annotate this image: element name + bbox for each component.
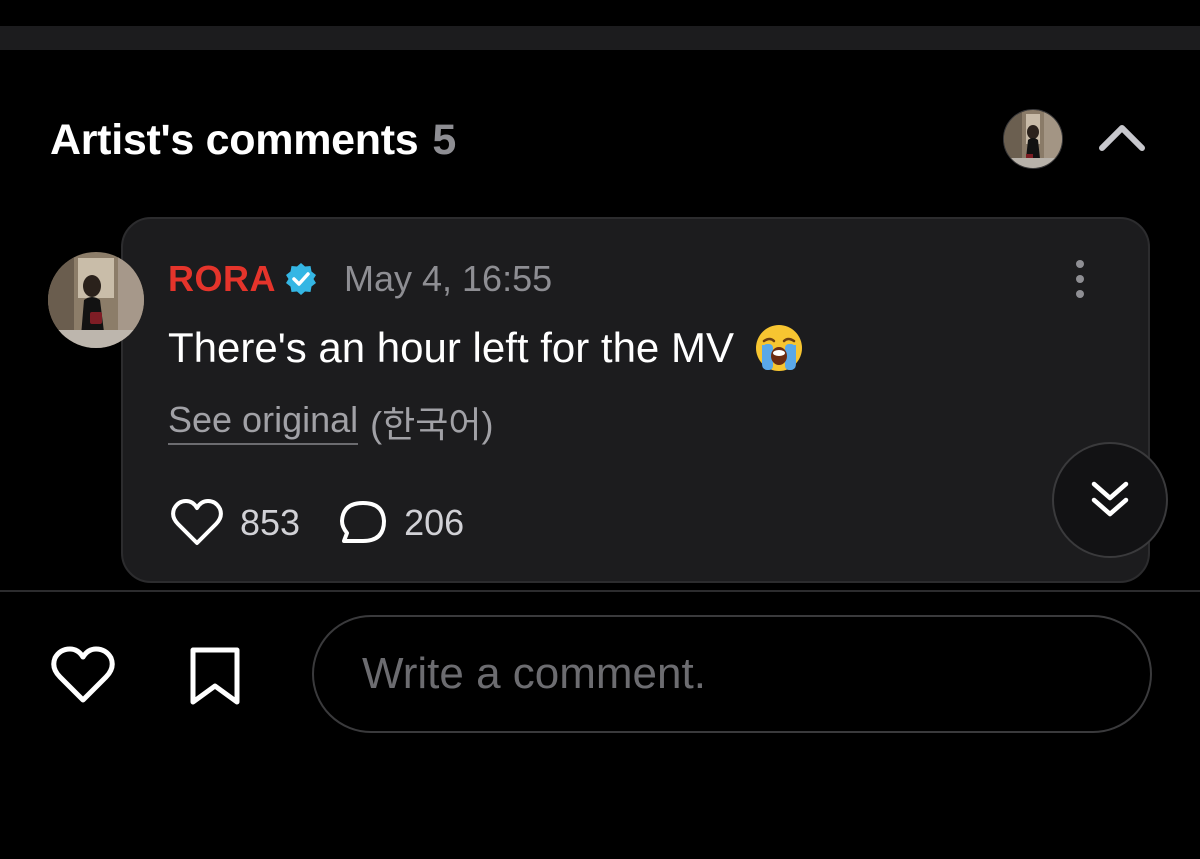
reply-button[interactable]: 206 — [338, 499, 464, 547]
comment-body: There's an hour left for the MV — [168, 320, 804, 376]
heart-icon — [51, 646, 115, 703]
avatar-image — [1004, 110, 1062, 168]
double-chevron-down-icon — [1091, 481, 1129, 517]
comment-text: There's an hour left for the MV — [168, 324, 734, 371]
speech-bubble-icon — [340, 501, 387, 543]
comment-input[interactable] — [312, 615, 1152, 733]
like-post-button[interactable] — [50, 646, 116, 704]
top-divider-band — [0, 26, 1200, 50]
more-vertical-icon[interactable] — [1066, 258, 1094, 300]
author-name[interactable]: RORA — [168, 258, 276, 300]
section-title: Artist's comments — [50, 115, 419, 164]
comment-count: 5 — [432, 115, 457, 164]
bookmark-button[interactable] — [188, 646, 242, 706]
author-avatar[interactable] — [48, 252, 144, 348]
divider — [0, 590, 1200, 592]
see-original-link[interactable]: See original — [168, 399, 359, 445]
status-bar-area — [0, 0, 1200, 26]
comment-actions: 853 206 — [170, 497, 464, 549]
comment-timestamp: May 4, 16:55 — [344, 258, 553, 299]
artist-avatar[interactable] — [1003, 109, 1063, 169]
heart-icon — [171, 499, 223, 545]
verified-badge-icon — [284, 262, 318, 296]
reply-count: 206 — [404, 502, 465, 543]
loudly-crying-face-icon — [754, 323, 804, 373]
bookmark-icon — [190, 647, 240, 705]
original-language: (한국어) — [370, 404, 494, 445]
like-button[interactable]: 853 — [170, 499, 300, 547]
avatar-image — [48, 252, 144, 348]
like-count: 853 — [240, 502, 301, 543]
section-header: Artist's comments 5 — [50, 112, 456, 168]
translation-row: See original (한국어) — [168, 396, 493, 448]
comment-header: RORA May 4, 16:55 — [168, 255, 552, 303]
chevron-up-icon[interactable] — [1096, 118, 1148, 158]
scroll-down-button[interactable] — [1052, 442, 1168, 558]
